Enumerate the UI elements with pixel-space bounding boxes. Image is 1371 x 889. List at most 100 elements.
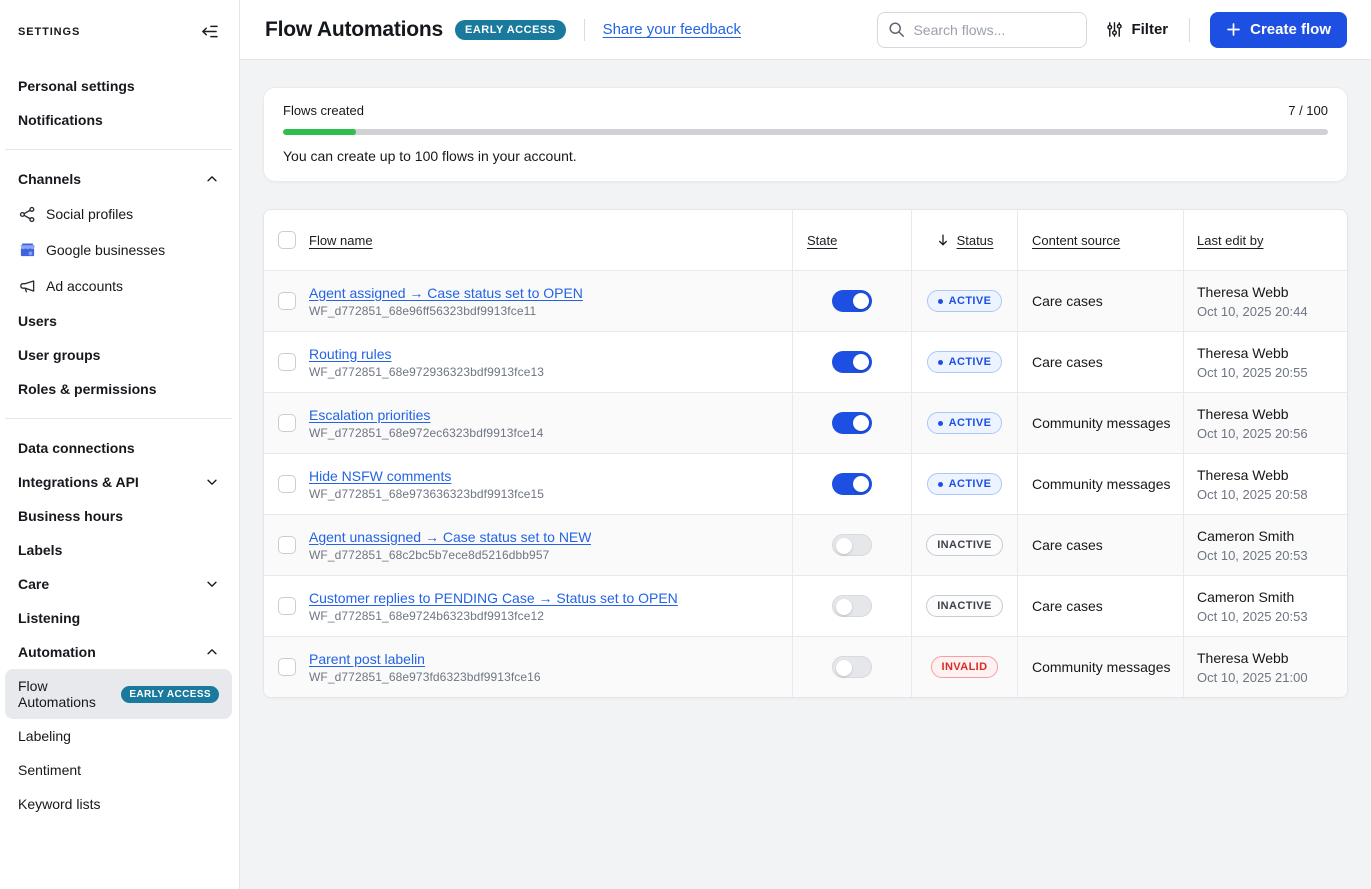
status-dot-icon [938, 360, 943, 365]
editor-name: Theresa Webb [1197, 345, 1289, 361]
table-row: Escalation priorities WF_d772851_68e972e… [264, 392, 1347, 453]
last-edit-cell: Theresa Webb Oct 10, 2025 20:44 [1183, 271, 1347, 331]
table-row: Agent unassigned → Case status set to NE… [264, 514, 1347, 575]
flow-name-link[interactable]: Agent unassigned → Case status set to NE… [309, 529, 591, 545]
flows-quota-card: Flows created 7 / 100 You can create up … [263, 87, 1348, 182]
page-header: Flow Automations EARLY ACCESS Share your… [240, 0, 1371, 60]
status-cell: ACTIVE [911, 271, 1017, 331]
sidebar-item-business-hours[interactable]: Business hours [5, 499, 232, 533]
column-label[interactable]: Last edit by [1197, 233, 1264, 248]
sidebar-item-channels[interactable]: Channels [5, 162, 232, 196]
app-window: SETTINGS Personal settingsNotificationsC… [0, 0, 1371, 889]
chevron-down-icon[interactable] [205, 475, 219, 489]
state-toggle[interactable] [832, 595, 872, 617]
search-input[interactable] [913, 22, 1076, 38]
sidebar-item-label: User groups [18, 347, 100, 363]
sidebar-item-label: Channels [18, 171, 81, 187]
sidebar-item-social-profiles[interactable]: Social profiles [5, 196, 232, 232]
row-checkbox[interactable] [278, 414, 296, 432]
quota-progress-fill [283, 129, 356, 135]
sidebar-item-users[interactable]: Users [5, 304, 232, 338]
status-label: INVALID [942, 661, 988, 673]
create-flow-button[interactable]: Create flow [1210, 12, 1347, 48]
flow-name-link[interactable]: Customer replies to PENDING Case → Statu… [309, 590, 678, 606]
sidebar-item-labels[interactable]: Labels [5, 533, 232, 567]
filter-icon [1106, 21, 1123, 38]
state-toggle[interactable] [832, 412, 872, 434]
flow-name-cell: Agent unassigned → Case status set to NE… [264, 515, 792, 575]
table-row: Hide NSFW comments WF_d772851_68e9736363… [264, 453, 1347, 514]
select-all-checkbox[interactable] [278, 231, 296, 249]
sidebar-item-label: Notifications [18, 112, 103, 128]
status-label: ACTIVE [949, 478, 992, 490]
status-cell: ACTIVE [911, 332, 1017, 392]
sidebar-item-data-connections[interactable]: Data connections [5, 431, 232, 465]
sidebar-item-google-businesses[interactable]: Google businesses [5, 232, 232, 268]
row-checkbox[interactable] [278, 475, 296, 493]
sidebar-item-roles-permissions[interactable]: Roles & permissions [5, 372, 232, 406]
row-checkbox[interactable] [278, 353, 296, 371]
last-edit-cell: Cameron Smith Oct 10, 2025 20:53 [1183, 576, 1347, 636]
early-access-badge: EARLY ACCESS [455, 20, 566, 40]
flow-name-link[interactable]: Parent post labelin [309, 651, 541, 667]
row-checkbox[interactable] [278, 597, 296, 615]
chevron-up-icon[interactable] [205, 645, 219, 659]
state-toggle[interactable] [832, 290, 872, 312]
flow-name-link[interactable]: Agent assigned → Case status set to OPEN [309, 285, 583, 301]
state-cell [792, 271, 911, 331]
last-edit-cell: Theresa Webb Oct 10, 2025 20:56 [1183, 393, 1347, 453]
sidebar-item-ad-accounts[interactable]: Ad accounts [5, 268, 232, 304]
status-cell: INACTIVE [911, 515, 1017, 575]
filter-button[interactable]: Filter [1106, 21, 1168, 38]
sidebar-divider [5, 418, 232, 419]
sidebar-item-automation[interactable]: Automation [5, 635, 232, 669]
toggle-knob [836, 538, 852, 554]
row-checkbox[interactable] [278, 658, 296, 676]
early-access-badge: EARLY ACCESS [121, 686, 219, 703]
sidebar-item-labeling[interactable]: Labeling [5, 719, 232, 753]
table-row: Routing rules WF_d772851_68e972936323bdf… [264, 331, 1347, 392]
sidebar-item-keyword-lists[interactable]: Keyword lists [5, 787, 232, 821]
flow-name-block: Escalation priorities WF_d772851_68e972e… [309, 407, 543, 440]
chevron-down-icon[interactable] [205, 577, 219, 591]
content-source-cell: Care cases [1017, 332, 1183, 392]
column-label[interactable]: Content source [1032, 233, 1120, 248]
flow-id: WF_d772851_68c2bc5b7ece8d5216dbb957 [309, 548, 591, 562]
collapse-sidebar-button[interactable] [198, 22, 221, 41]
search-box[interactable] [877, 12, 1087, 48]
column-label[interactable]: State [807, 233, 837, 248]
flow-name-link[interactable]: Hide NSFW comments [309, 468, 544, 484]
column-label[interactable]: Status [957, 233, 994, 248]
flow-name-link[interactable]: Escalation priorities [309, 407, 543, 423]
row-checkbox[interactable] [278, 292, 296, 310]
state-toggle[interactable] [832, 534, 872, 556]
state-toggle[interactable] [832, 351, 872, 373]
status-badge: ACTIVE [927, 351, 1003, 373]
state-cell [792, 332, 911, 392]
sidebar-item-sentiment[interactable]: Sentiment [5, 753, 232, 787]
quota-count: 7 / 100 [1288, 103, 1328, 118]
column-label[interactable]: Flow name [309, 233, 373, 248]
flow-id: WF_d772851_68e973fd6323bdf9913fce16 [309, 670, 541, 684]
plus-icon [1226, 22, 1241, 37]
chevron-up-icon[interactable] [205, 172, 219, 186]
sidebar-item-listening[interactable]: Listening [5, 601, 232, 635]
edit-date: Oct 10, 2025 20:53 [1197, 548, 1308, 563]
content-source-cell: Community messages [1017, 637, 1183, 697]
last-edit-cell: Theresa Webb Oct 10, 2025 20:58 [1183, 454, 1347, 514]
sidebar-item-flow-automations[interactable]: Flow AutomationsEARLY ACCESS [5, 669, 232, 719]
sidebar-item-care[interactable]: Care [5, 567, 232, 601]
row-checkbox[interactable] [278, 536, 296, 554]
state-toggle[interactable] [832, 656, 872, 678]
edit-date: Oct 10, 2025 20:53 [1197, 609, 1308, 624]
sidebar-item-integrations-api[interactable]: Integrations & API [5, 465, 232, 499]
status-badge: ACTIVE [927, 473, 1003, 495]
sidebar-item-notifications[interactable]: Notifications [5, 103, 232, 137]
sort-descending-icon[interactable] [936, 233, 950, 247]
feedback-link[interactable]: Share your feedback [603, 21, 741, 38]
flow-name-link[interactable]: Routing rules [309, 346, 544, 362]
flow-name-block: Agent unassigned → Case status set to NE… [309, 529, 591, 562]
sidebar-item-personal-settings[interactable]: Personal settings [5, 69, 232, 103]
state-toggle[interactable] [832, 473, 872, 495]
sidebar-item-user-groups[interactable]: User groups [5, 338, 232, 372]
